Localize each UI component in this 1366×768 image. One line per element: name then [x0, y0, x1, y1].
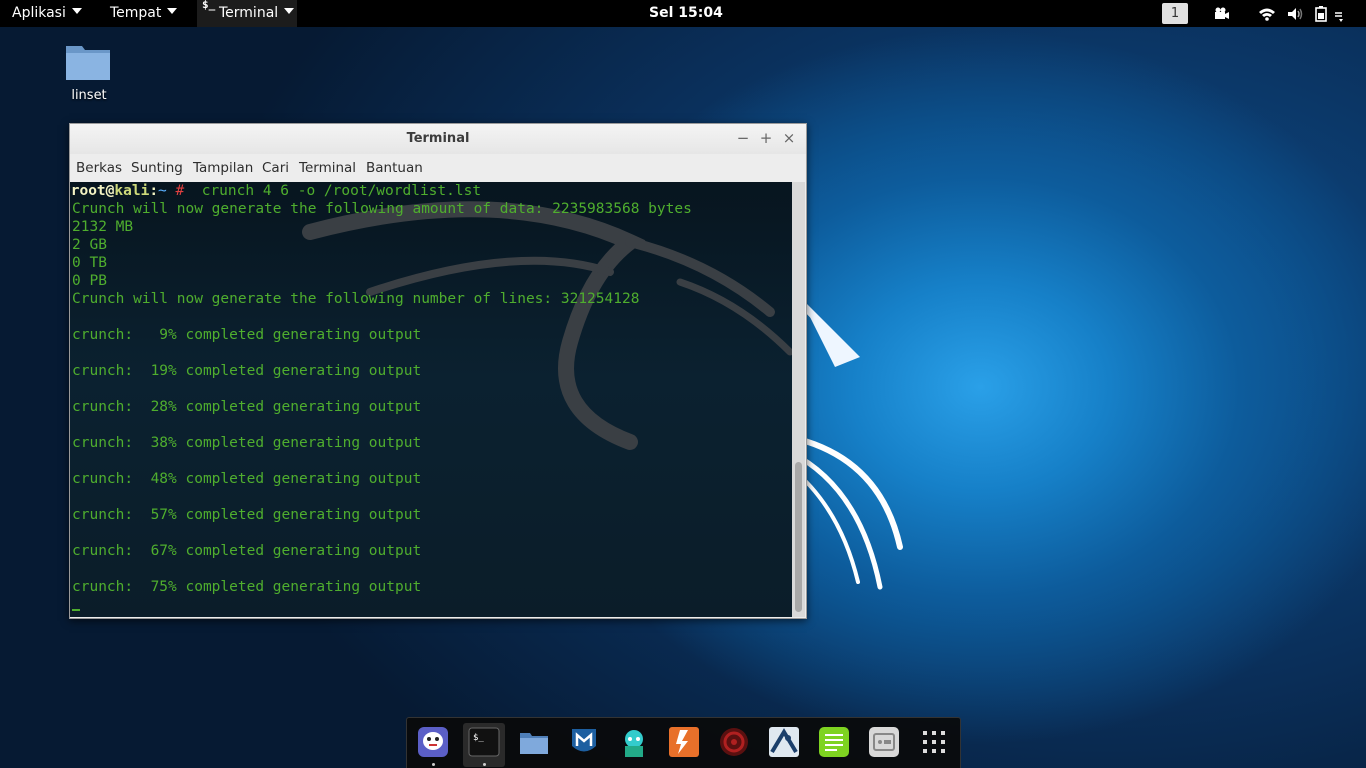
chevron-down-icon: [167, 8, 178, 14]
menu-bar: Berkas Sunting Tampilan Cari Terminal Ba…: [70, 154, 806, 182]
command-text: crunch 4 6 -o /root/wordlist.lst: [192, 183, 482, 199]
window-titlebar[interactable]: Terminal: [70, 124, 806, 154]
menu-cari[interactable]: Cari: [262, 154, 289, 182]
maximize-icon[interactable]: +: [757, 129, 775, 147]
menu-tampilan[interactable]: Tampilan: [193, 154, 253, 182]
workspace-indicator[interactable]: 1: [1162, 3, 1188, 24]
svg-text:$_: $_: [473, 733, 484, 743]
terminal-output[interactable]: Proot@kali:~ # crunch 4 6 -o /root/wordl…: [70, 182, 792, 617]
burpsuite-icon[interactable]: [668, 726, 700, 758]
app-grid-icon[interactable]: [918, 726, 950, 758]
text-cursor: [72, 609, 80, 611]
terminal-app-icon: $_: [202, 0, 216, 11]
terminal-app-label: Terminal: [219, 5, 279, 21]
output-line: crunch: 28% completed generating output: [72, 399, 422, 415]
menu-sunting[interactable]: Sunting: [131, 154, 183, 182]
terminal-app-menu[interactable]: Terminal: [219, 0, 295, 27]
notes-icon[interactable]: [818, 726, 850, 758]
folder-icon[interactable]: [64, 40, 112, 82]
output-line: crunch: 48% completed generating output: [72, 471, 422, 487]
camera-icon[interactable]: [1213, 5, 1231, 23]
folder-label[interactable]: linset: [50, 88, 128, 103]
settings-icon[interactable]: [868, 726, 900, 758]
output-line: Crunch will now generate the following a…: [72, 201, 692, 217]
files-icon[interactable]: [518, 726, 550, 758]
maltego-icon[interactable]: [768, 726, 800, 758]
prompt-hash: #: [166, 183, 193, 199]
chevron-down-icon: [284, 8, 295, 14]
output-line: 0 TB: [72, 255, 107, 271]
wifi-icon[interactable]: [1258, 5, 1276, 23]
power-icon[interactable]: [1333, 5, 1351, 23]
battery-icon[interactable]: [1313, 5, 1331, 23]
prompt-user: root: [70, 183, 106, 199]
output-line: crunch: 9% completed generating output: [72, 327, 422, 343]
output-line: crunch: 57% completed generating output: [72, 507, 422, 523]
prompt-colon: :: [149, 183, 159, 199]
window-title: Terminal: [406, 131, 470, 146]
close-icon[interactable]: ×: [780, 129, 798, 147]
output-line: crunch: 75% completed generating output: [72, 579, 422, 595]
clock[interactable]: Sel 15:04: [649, 0, 723, 27]
chevron-down-icon: [71, 8, 82, 14]
dock: $_: [406, 717, 961, 768]
armitage-icon[interactable]: [618, 726, 650, 758]
output-line: crunch: 19% completed generating output: [72, 363, 422, 379]
applications-label: Aplikasi: [12, 5, 66, 21]
prompt-path: ~: [158, 183, 167, 199]
metasploit-icon[interactable]: [568, 726, 600, 758]
scrollbar[interactable]: [792, 182, 805, 617]
volume-icon[interactable]: [1286, 5, 1304, 23]
top-bar: Aplikasi Tempat $_ Terminal Sel 15:04 1: [0, 0, 1366, 27]
terminal-window: Terminal − + × Berkas Sunting Tampilan C…: [69, 123, 807, 619]
menu-terminal[interactable]: Terminal: [299, 154, 356, 182]
output-line: crunch: 67% completed generating output: [72, 543, 422, 559]
prompt-host: kali: [114, 183, 150, 199]
places-label: Tempat: [110, 5, 162, 21]
menu-berkas[interactable]: Berkas: [76, 154, 122, 182]
output-line: 2132 MB: [72, 219, 134, 235]
output-line: crunch: 38% completed generating output: [72, 435, 422, 451]
applications-menu[interactable]: Aplikasi: [12, 0, 82, 27]
running-indicator: [432, 763, 435, 766]
ghost-app-icon[interactable]: [417, 726, 449, 758]
places-menu[interactable]: Tempat: [110, 0, 178, 27]
terminal-icon[interactable]: $_: [468, 726, 500, 758]
output-line: 0 PB: [72, 273, 107, 289]
minimize-icon[interactable]: −: [734, 129, 752, 147]
running-indicator: [483, 763, 486, 766]
menu-bantuan[interactable]: Bantuan: [366, 154, 423, 182]
output-line: 2 GB: [72, 237, 107, 253]
prompt-line: Proot@kali:~ # crunch 4 6 -o /root/wordl…: [70, 182, 481, 200]
faraday-icon[interactable]: [718, 726, 750, 758]
output-line: Crunch will now generate the following n…: [72, 291, 640, 307]
scrollbar-thumb[interactable]: [795, 462, 802, 612]
